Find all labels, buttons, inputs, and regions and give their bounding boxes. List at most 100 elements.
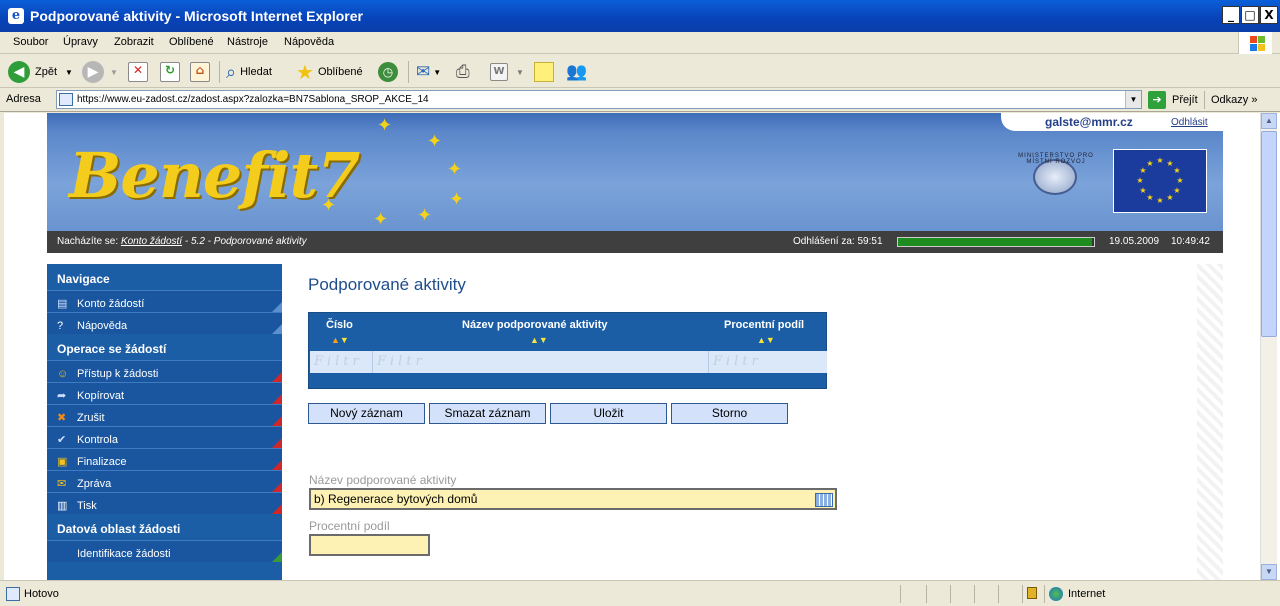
stop-button[interactable]: ✕ xyxy=(128,60,148,84)
forward-button[interactable]: ▶ ▼ xyxy=(82,60,118,84)
maximize-button[interactable]: □ xyxy=(1241,6,1259,24)
mail-button[interactable]: ✉ ▼ xyxy=(416,60,441,84)
star-icon: ✦ xyxy=(427,131,443,151)
svg-text:★: ★ xyxy=(1136,176,1143,185)
page-viewport: galste@mmr.cz Odhlásit Benefit7 ✦ ✦ ✦ ✦ … xyxy=(0,113,1280,580)
filter-number-input[interactable]: Filtr xyxy=(310,351,373,373)
history-button[interactable]: ◷ xyxy=(378,60,398,84)
chevron-down-icon[interactable]: ▼ xyxy=(1125,91,1141,108)
menu-edit[interactable]: Úpravy xyxy=(63,36,98,48)
messenger-icon: 👥 xyxy=(566,62,588,81)
scroll-down-icon[interactable]: ▼ xyxy=(1261,564,1277,580)
column-header-percent[interactable]: Procentní podíl xyxy=(724,319,804,331)
scroll-thumb[interactable] xyxy=(1261,131,1277,337)
favorites-button[interactable]: ★ Oblíbené xyxy=(296,60,363,84)
sidebar-item-napoveda[interactable]: ? Nápověda xyxy=(47,312,282,334)
menu-view[interactable]: Zobrazit xyxy=(114,36,154,48)
nav-section-title: Navigace xyxy=(47,264,282,290)
messenger-button[interactable]: 👥 xyxy=(566,60,587,84)
page-icon xyxy=(59,93,73,106)
print-button[interactable]: ⎙ xyxy=(456,60,470,84)
column-header-name[interactable]: Název podporované aktivity xyxy=(462,319,608,331)
sort-arrows-icon[interactable]: ▲▼ xyxy=(757,335,775,345)
eu-stars-icon: ★ ★★ ★★★ ★★★ ★★★ xyxy=(1136,156,1183,205)
menu-help[interactable]: Nápověda xyxy=(284,36,334,48)
svg-text:★: ★ xyxy=(1166,193,1173,202)
window-titlebar: e Podporované aktivity - Microsoft Inter… xyxy=(0,0,1280,32)
help-icon: ? xyxy=(57,319,64,332)
go-button[interactable]: Přejít xyxy=(1172,94,1198,106)
filter-name-input[interactable]: Filtr xyxy=(373,351,709,373)
refresh-icon: ↻ xyxy=(160,62,180,82)
stop-icon: ✕ xyxy=(128,62,148,82)
history-icon: ◷ xyxy=(378,62,398,82)
percent-share-field[interactable] xyxy=(309,534,430,556)
scroll-up-icon[interactable]: ▲ xyxy=(1261,113,1277,129)
go-arrow-icon[interactable]: ➔ xyxy=(1148,91,1166,109)
decorative-stripes xyxy=(1197,264,1223,580)
sidebar-item-label: Kopírovat xyxy=(77,389,125,402)
new-record-button[interactable]: Nový záznam xyxy=(308,403,425,424)
cancel-button[interactable]: Storno xyxy=(671,403,788,424)
svg-text:★: ★ xyxy=(1173,166,1180,175)
sidebar-item-label: Kontrola xyxy=(77,433,118,446)
filter-percent-input[interactable]: Filtr xyxy=(709,351,827,373)
svg-text:★: ★ xyxy=(1156,156,1163,165)
menu-tools[interactable]: Nástroje xyxy=(227,36,268,48)
sidebar-item-finalizace[interactable]: ▣ Finalizace xyxy=(47,448,282,470)
activity-name-field[interactable]: b) Regenerace bytových domů xyxy=(309,488,837,510)
forward-arrow-icon: ▶ xyxy=(82,61,104,83)
minimize-button[interactable]: _ xyxy=(1222,6,1240,24)
notes-button[interactable] xyxy=(534,60,554,84)
back-button[interactable]: ◀ Zpět ▼ xyxy=(8,60,73,84)
current-date: 19.05.2009 xyxy=(1109,236,1160,247)
chevron-down-icon: ▼ xyxy=(110,67,118,77)
session-progress xyxy=(897,237,1095,247)
sidebar-item-label: Identifikace žádosti xyxy=(77,547,171,560)
svg-text:★: ★ xyxy=(1139,186,1146,195)
breadcrumb-link[interactable]: Konto žádostí xyxy=(121,236,182,247)
page-done-icon xyxy=(6,587,20,601)
menu-favorites[interactable]: Oblíbené xyxy=(169,36,214,48)
svg-text:★: ★ xyxy=(1156,196,1163,205)
activity-name-label: Název podporované aktivity xyxy=(309,473,457,487)
activity-name-value: b) Regenerace bytových domů xyxy=(314,492,478,506)
links-button[interactable]: Odkazy » xyxy=(1204,91,1257,109)
sidebar-item-label: Přístup k žádosti xyxy=(77,367,159,380)
picker-icon[interactable] xyxy=(815,493,833,507)
sidebar-item-zprava[interactable]: ✉ Zpráva xyxy=(47,470,282,492)
edit-button[interactable]: W ▼ xyxy=(490,60,524,84)
logout-link[interactable]: Odhlásit xyxy=(1171,117,1208,128)
sidebar-item-tisk[interactable]: ▥ Tisk xyxy=(47,492,282,514)
sidebar-item-konto-zadosti[interactable]: ▤ Konto žádostí xyxy=(47,290,282,312)
save-button[interactable]: Uložit xyxy=(550,403,667,424)
cancel-icon: ✖ xyxy=(57,411,67,424)
sort-arrows-icon[interactable]: ▲▼ xyxy=(530,335,548,345)
search-button[interactable]: ⌕ Hledat xyxy=(226,60,272,84)
corner-marker xyxy=(272,324,282,334)
activities-grid: Číslo ▲▼ Název podporované aktivity ▲▼ P… xyxy=(308,312,827,389)
sidebar-item-kopirovat[interactable]: ➦ Kopírovat xyxy=(47,382,282,404)
corner-marker xyxy=(272,552,282,562)
mail-icon: ✉ xyxy=(416,62,431,81)
lock-icon: ▣ xyxy=(57,455,68,468)
delete-record-button[interactable]: Smazat záznam xyxy=(429,403,546,424)
vertical-scrollbar[interactable]: ▲ ▼ xyxy=(1260,113,1277,580)
session-progress-fill xyxy=(898,238,1093,246)
corner-marker xyxy=(272,394,282,404)
page-title: Podporované aktivity xyxy=(308,275,466,294)
refresh-button[interactable]: ↻ xyxy=(160,60,180,84)
home-button[interactable]: ⌂ xyxy=(190,60,210,84)
address-bar: Adresa https://www.eu-zadost.cz/zadost.a… xyxy=(0,88,1280,112)
sidebar-item-label: Zpráva xyxy=(77,477,112,490)
column-header-number[interactable]: Číslo xyxy=(326,319,353,331)
home-icon: ⌂ xyxy=(190,62,210,82)
menu-file[interactable]: Soubor xyxy=(13,36,48,48)
sort-arrows-icon[interactable]: ▲▼ xyxy=(331,335,349,345)
sidebar-item-identifikace-zadosti[interactable]: Identifikace žádosti xyxy=(47,540,282,562)
sidebar-item-kontrola[interactable]: ✔ Kontrola xyxy=(47,426,282,448)
sidebar-item-zrusit[interactable]: ✖ Zrušit xyxy=(47,404,282,426)
sidebar-item-pristup-k-zadosti[interactable]: ☺ Přístup k žádosti xyxy=(47,360,282,382)
close-button[interactable]: X xyxy=(1260,6,1278,24)
address-input[interactable]: https://www.eu-zadost.cz/zadost.aspx?zal… xyxy=(56,90,1142,109)
